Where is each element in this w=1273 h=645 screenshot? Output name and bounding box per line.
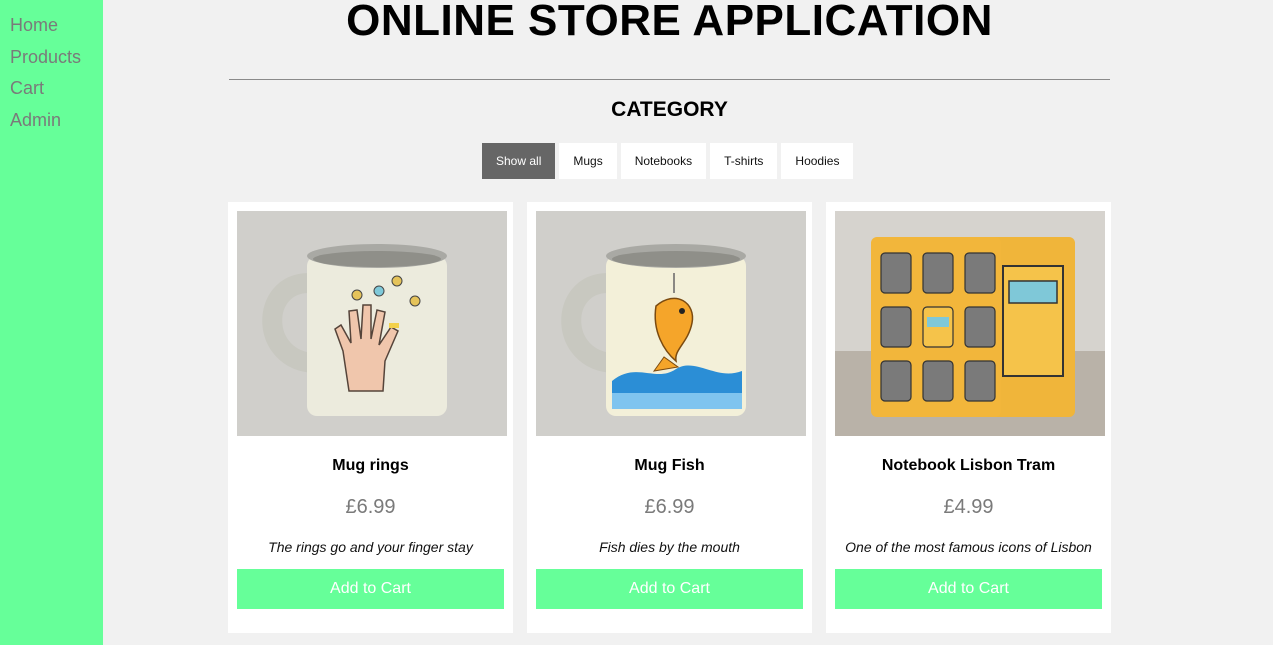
product-card: Mug Fish £6.99 Fish dies by the mouth Ad… [527, 202, 812, 633]
add-to-cart-button[interactable]: Add to Cart [237, 569, 504, 609]
filter-hoodies-button[interactable]: Hoodies [781, 143, 854, 179]
product-name: Mug Fish [634, 457, 705, 474]
product-card: Mug rings £6.99 The rings go and your fi… [228, 202, 513, 633]
product-image-mug-rings[interactable] [237, 211, 507, 436]
filter-tshirts-button[interactable]: T-shirts [710, 143, 778, 179]
category-heading: CATEGORY [611, 98, 728, 121]
product-price: £4.99 [943, 496, 994, 518]
product-name: Notebook Lisbon Tram [881, 457, 1056, 474]
notebook-lisbon-tram-illustration [835, 211, 1105, 436]
filter-mugs-button[interactable]: Mugs [559, 143, 617, 179]
sidebar-item-home[interactable]: Home [0, 10, 103, 42]
category-filter-bar: Show all Mugs Notebooks T-shirts Hoodies [482, 143, 854, 179]
sidebar-nav: Home Products Cart Admin [0, 0, 103, 136]
product-image-notebook-lisbon-tram[interactable] [835, 211, 1105, 436]
add-to-cart-button[interactable]: Add to Cart [835, 569, 1102, 609]
page-title: ONLINE STORE APPLICATION [346, 0, 993, 45]
sidebar: Home Products Cart Admin [0, 0, 103, 645]
product-card: Notebook Lisbon Tram £4.99 One of the mo… [826, 202, 1111, 633]
product-description: Fish dies by the mouth [599, 539, 740, 555]
filter-notebooks-button[interactable]: Notebooks [620, 143, 707, 179]
product-price: £6.99 [345, 496, 396, 518]
divider [229, 79, 1110, 80]
sidebar-item-products[interactable]: Products [0, 42, 103, 74]
mug-fish-illustration [536, 211, 806, 436]
product-name: Mug rings [332, 457, 409, 474]
product-image-mug-fish[interactable] [536, 211, 806, 436]
filter-show-all-button[interactable]: Show all [482, 143, 556, 179]
product-price: £6.99 [644, 496, 695, 518]
product-grid: Mug rings £6.99 The rings go and your fi… [228, 202, 1111, 633]
mug-rings-illustration [237, 211, 507, 436]
main-content: ONLINE STORE APPLICATION CATEGORY Show a… [103, 0, 1273, 645]
product-description: The rings go and your finger stay [268, 539, 473, 555]
product-description: One of the most famous icons of Lisbon [845, 539, 1092, 555]
sidebar-item-cart[interactable]: Cart [0, 73, 103, 105]
sidebar-item-admin[interactable]: Admin [0, 105, 103, 137]
add-to-cart-button[interactable]: Add to Cart [536, 569, 803, 609]
